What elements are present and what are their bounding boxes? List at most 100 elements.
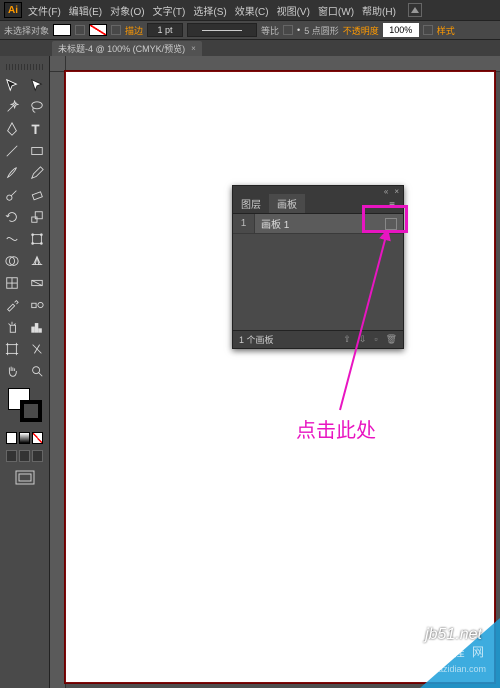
stroke-label[interactable]: 描边 [125, 24, 143, 37]
watermark-brand: 智 勇 典 教 程 网 [375, 643, 486, 660]
control-bar: 未选择对象 描边 1 pt 等比 • 5 点圆形 不透明度 100% 样式 [0, 20, 500, 40]
canvas-area [50, 56, 500, 688]
stroke-profile[interactable] [187, 23, 257, 37]
line-tool[interactable] [0, 140, 25, 162]
artboard-tool[interactable] [0, 338, 25, 360]
slice-tool[interactable] [25, 338, 50, 360]
artboard-row[interactable]: 1 画板 1 [233, 214, 403, 234]
rectangle-tool[interactable] [25, 140, 50, 162]
type-tool[interactable]: T [25, 118, 50, 140]
paintbrush-tool[interactable] [0, 162, 25, 184]
opacity-dropdown[interactable] [423, 25, 433, 35]
move-up-icon[interactable]: ⇧ [343, 334, 351, 345]
eraser-tool[interactable] [25, 184, 50, 206]
artboard[interactable] [66, 72, 494, 682]
new-artboard-icon[interactable]: ▫ [374, 334, 377, 345]
artboard-options-icon[interactable] [385, 218, 397, 230]
draw-behind[interactable] [19, 450, 30, 462]
artboards-panel[interactable]: « × 图层 画板 ≡ 1 画板 1 1 个画板 ⇧ ⇩ ▫ 🗑 [232, 185, 404, 349]
fill-stroke-indicator[interactable] [6, 388, 43, 428]
tools-panel: T [0, 56, 50, 688]
draw-inside[interactable] [32, 450, 43, 462]
artboard-index: 1 [233, 214, 255, 233]
hand-tool[interactable] [0, 360, 25, 382]
menu-object[interactable]: 对象(O) [108, 3, 146, 18]
symbol-sprayer-tool[interactable] [0, 316, 25, 338]
menu-file[interactable]: 文件(F) [26, 3, 63, 18]
width-tool[interactable] [0, 228, 25, 250]
app-logo: Ai [4, 2, 22, 18]
illustrator-window: Ai 文件(F) 编辑(E) 对象(O) 文字(T) 选择(S) 效果(C) 视… [0, 0, 500, 688]
document-tab-strip: 未标题-4 @ 100% (CMYK/预览) × [0, 40, 500, 56]
stroke-dropdown[interactable] [111, 25, 121, 35]
ruler-origin[interactable] [50, 56, 66, 72]
uniform-dropdown[interactable] [283, 25, 293, 35]
stroke-weight-input[interactable]: 1 pt [147, 23, 183, 37]
panel-footer: 1 个画板 ⇧ ⇩ ▫ 🗑 [233, 330, 403, 348]
menu-window[interactable]: 窗口(W) [316, 3, 356, 18]
menu-edit[interactable]: 编辑(E) [67, 3, 104, 18]
column-graph-tool[interactable] [25, 316, 50, 338]
panel-body: 1 画板 1 [233, 214, 403, 330]
delete-artboard-icon[interactable]: 🗑 [386, 334, 397, 345]
annotation-text: 点击此处 [296, 414, 376, 443]
brush-label[interactable]: 5 点圆形 [304, 24, 339, 37]
selection-tool[interactable] [0, 74, 25, 96]
screen-mode[interactable] [0, 470, 49, 488]
tab-artboards[interactable]: 画板 [269, 194, 305, 213]
menu-effect[interactable]: 效果(C) [233, 3, 271, 18]
mesh-tool[interactable] [0, 272, 25, 294]
close-tab-icon[interactable]: × [191, 44, 196, 53]
pen-tool[interactable] [0, 118, 25, 140]
stroke-color[interactable] [20, 400, 42, 422]
uniform-label: 等比 [261, 24, 279, 37]
workspace-switcher[interactable] [408, 3, 422, 17]
fill-dropdown[interactable] [75, 25, 85, 35]
panel-close-icon[interactable]: × [394, 187, 399, 196]
opacity-label[interactable]: 不透明度 [343, 24, 379, 37]
free-transform-tool[interactable] [25, 228, 50, 250]
scale-tool[interactable] [25, 206, 50, 228]
draw-normal[interactable] [6, 450, 17, 462]
opacity-input[interactable]: 100% [383, 23, 419, 37]
style-label[interactable]: 样式 [437, 24, 455, 37]
direct-selection-tool[interactable] [25, 74, 50, 96]
artboard-name[interactable]: 画板 1 [255, 216, 385, 231]
gradient-tool[interactable] [25, 272, 50, 294]
blend-tool[interactable] [25, 294, 50, 316]
svg-text:T: T [32, 122, 40, 136]
document-tab[interactable]: 未标题-4 @ 100% (CMYK/预览) × [52, 41, 202, 56]
color-mode-swatches [6, 432, 43, 444]
eyedropper-tool[interactable] [0, 294, 25, 316]
perspective-grid-tool[interactable] [25, 250, 50, 272]
pencil-tool[interactable] [25, 162, 50, 184]
watermark-url: jiaocheng.chazidian.com [387, 664, 486, 674]
panel-tabs: 图层 画板 ≡ [233, 196, 403, 214]
fill-swatch[interactable] [53, 24, 71, 36]
menu-select[interactable]: 选择(S) [191, 3, 228, 18]
tab-layers[interactable]: 图层 [233, 194, 269, 213]
color-mode-none[interactable] [32, 432, 43, 444]
rotate-tool[interactable] [0, 206, 25, 228]
color-mode-gradient[interactable] [19, 432, 30, 444]
lasso-tool[interactable] [25, 96, 50, 118]
menu-help[interactable]: 帮助(H) [360, 3, 398, 18]
magic-wand-tool[interactable] [0, 96, 25, 118]
menu-bar: Ai 文件(F) 编辑(E) 对象(O) 文字(T) 选择(S) 效果(C) 视… [0, 0, 500, 20]
stroke-swatch[interactable] [89, 24, 107, 36]
blob-brush-tool[interactable] [0, 184, 25, 206]
collapse-icon[interactable]: « [384, 187, 388, 196]
menu-type[interactable]: 文字(T) [151, 3, 188, 18]
ruler-horizontal[interactable] [66, 56, 500, 72]
color-mode-solid[interactable] [6, 432, 17, 444]
menu-view[interactable]: 视图(V) [275, 3, 312, 18]
artboard-count: 1 个画板 [239, 333, 274, 346]
panel-menu-icon[interactable]: ≡ [381, 198, 403, 213]
shape-builder-tool[interactable] [0, 250, 25, 272]
move-down-icon[interactable]: ⇩ [359, 334, 367, 345]
draw-modes [6, 450, 43, 462]
watermark-site: jb51.net [425, 626, 482, 644]
zoom-tool[interactable] [25, 360, 50, 382]
tools-grip[interactable] [6, 64, 43, 70]
ruler-vertical[interactable] [50, 72, 66, 688]
